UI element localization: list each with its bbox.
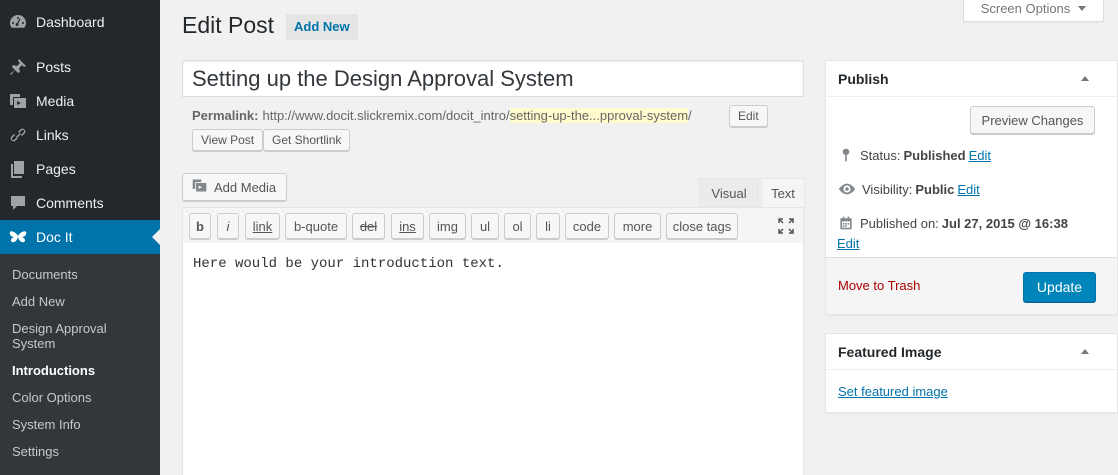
submenu-add-new[interactable]: Add New: [12, 294, 65, 309]
quicktag-bold-button[interactable]: b: [189, 213, 211, 239]
set-featured-image-link[interactable]: Set featured image: [838, 384, 948, 399]
submenu-settings[interactable]: Settings: [12, 444, 59, 459]
permalink-label: Permalink:: [192, 108, 259, 123]
link-icon: [0, 125, 36, 145]
visibility-row: Visibility: Public Edit: [838, 181, 980, 197]
menu-media[interactable]: Media: [0, 84, 160, 118]
submenu-design-approval-system[interactable]: Design Approval System: [12, 321, 122, 351]
chevron-down-icon: [1078, 6, 1087, 11]
editor-textarea[interactable]: Here would be your introduction text.: [182, 243, 804, 475]
collapse-arrow-icon[interactable]: [1081, 76, 1089, 81]
butterfly-icon: [0, 227, 36, 247]
quicktag-ins-button[interactable]: ins: [391, 213, 424, 239]
calendar-icon: [840, 216, 852, 230]
menu-label: Media: [36, 93, 75, 109]
menu-comments[interactable]: Comments: [0, 186, 160, 220]
menu-label: Pages: [36, 161, 76, 177]
add-media-label: Add Media: [214, 179, 277, 195]
published-on-row: Published on: Jul 27, 2015 @ 16:38: [838, 215, 1071, 231]
media-icon: [0, 91, 36, 111]
status-row: Status: Published Edit: [838, 147, 991, 163]
pin-icon: [842, 148, 850, 162]
move-to-trash-link[interactable]: Move to Trash: [838, 278, 920, 293]
quicktag-ol-button[interactable]: ol: [504, 213, 531, 239]
menu-doc-it[interactable]: Doc It: [0, 220, 160, 254]
submenu-introductions[interactable]: Introductions: [12, 363, 95, 378]
publish-box-header[interactable]: Publish: [826, 61, 1117, 97]
menu-label: Dashboard: [36, 14, 105, 30]
get-shortlink-button[interactable]: Get Shortlink: [263, 129, 351, 151]
quicktag-italic-button[interactable]: i: [217, 213, 239, 239]
quicktag-ul-button[interactable]: ul: [471, 213, 499, 239]
quicktag-li-button[interactable]: li: [536, 213, 560, 239]
menu-label: Comments: [36, 195, 104, 211]
permalink-base: http://www.docit.slickremix.com/docit_in…: [262, 108, 510, 123]
status-value: Published: [903, 147, 966, 163]
media-icon: [191, 177, 208, 197]
featured-image-header[interactable]: Featured Image: [826, 334, 1117, 370]
eye-icon: [838, 183, 856, 195]
view-post-button[interactable]: View Post: [192, 129, 264, 151]
visibility-value: Public: [915, 181, 955, 197]
editor-toolbar: b i link b-quote del ins img ul ol li co…: [182, 207, 804, 244]
submenu-system-info[interactable]: System Info: [12, 417, 81, 432]
publish-heading: Publish: [838, 70, 889, 87]
preview-changes-button[interactable]: Preview Changes: [970, 106, 1095, 134]
doc-it-submenu: Documents Add New Design Approval System…: [0, 254, 160, 475]
post-title-input[interactable]: [182, 60, 804, 97]
published-on-value: Jul 27, 2015 @ 16:38: [941, 215, 1068, 231]
quicktag-del-button[interactable]: del: [352, 213, 385, 239]
quicktag-code-button[interactable]: code: [565, 213, 609, 239]
edit-date-link[interactable]: Edit: [837, 236, 859, 251]
add-new-button[interactable]: Add New: [286, 14, 358, 40]
permalink-slug: setting-up-the...pproval-system: [509, 108, 689, 123]
quicktag-close-tags-button[interactable]: close tags: [666, 213, 738, 239]
permalink: Permalink: http://www.docit.slickremix.c…: [192, 108, 692, 123]
dashboard-icon: [0, 12, 36, 32]
pin-icon: [0, 57, 36, 77]
collapse-arrow-icon[interactable]: [1081, 349, 1089, 354]
edit-status-link[interactable]: Edit: [969, 148, 991, 163]
quicktag-img-button[interactable]: img: [429, 213, 466, 239]
comment-icon: [0, 193, 36, 213]
edit-permalink-button[interactable]: Edit: [729, 105, 768, 127]
status-label: Status:: [860, 147, 901, 163]
screen-options-label: Screen Options: [980, 1, 1071, 16]
visibility-label: Visibility:: [862, 181, 913, 197]
page-title: Edit Post: [182, 12, 275, 38]
update-button[interactable]: Update: [1023, 272, 1096, 302]
published-on-label: Published on:: [860, 215, 939, 231]
menu-label: Links: [36, 127, 69, 143]
featured-image-box: Featured Image Set featured image: [825, 333, 1118, 413]
admin-sidebar: Dashboard Posts Media Links Pages Commen…: [0, 0, 160, 475]
permalink-end: /: [688, 108, 692, 123]
tab-text[interactable]: Text: [761, 178, 805, 208]
screen-options-button[interactable]: Screen Options: [963, 0, 1104, 22]
menu-label: Doc It: [36, 229, 73, 245]
featured-image-heading: Featured Image: [838, 343, 942, 360]
tab-visual[interactable]: Visual: [699, 178, 759, 208]
submenu-documents[interactable]: Documents: [12, 267, 78, 282]
fullscreen-icon[interactable]: [777, 217, 795, 235]
menu-pages[interactable]: Pages: [0, 152, 160, 186]
publish-box: Publish Preview Changes Status: Publishe…: [825, 60, 1118, 315]
edit-visibility-link[interactable]: Edit: [957, 182, 979, 197]
submenu-color-options[interactable]: Color Options: [12, 390, 91, 405]
quicktag-link-button[interactable]: link: [245, 213, 280, 239]
menu-links[interactable]: Links: [0, 118, 160, 152]
menu-label: Posts: [36, 59, 72, 75]
add-media-button[interactable]: Add Media: [182, 173, 288, 201]
menu-dashboard[interactable]: Dashboard: [0, 5, 160, 39]
menu-posts[interactable]: Posts: [0, 50, 160, 84]
quicktag-blockquote-button[interactable]: b-quote: [285, 213, 347, 239]
publish-actions: Move to Trash Update: [826, 257, 1117, 314]
quicktag-more-button[interactable]: more: [614, 213, 661, 239]
pages-icon: [0, 159, 36, 179]
